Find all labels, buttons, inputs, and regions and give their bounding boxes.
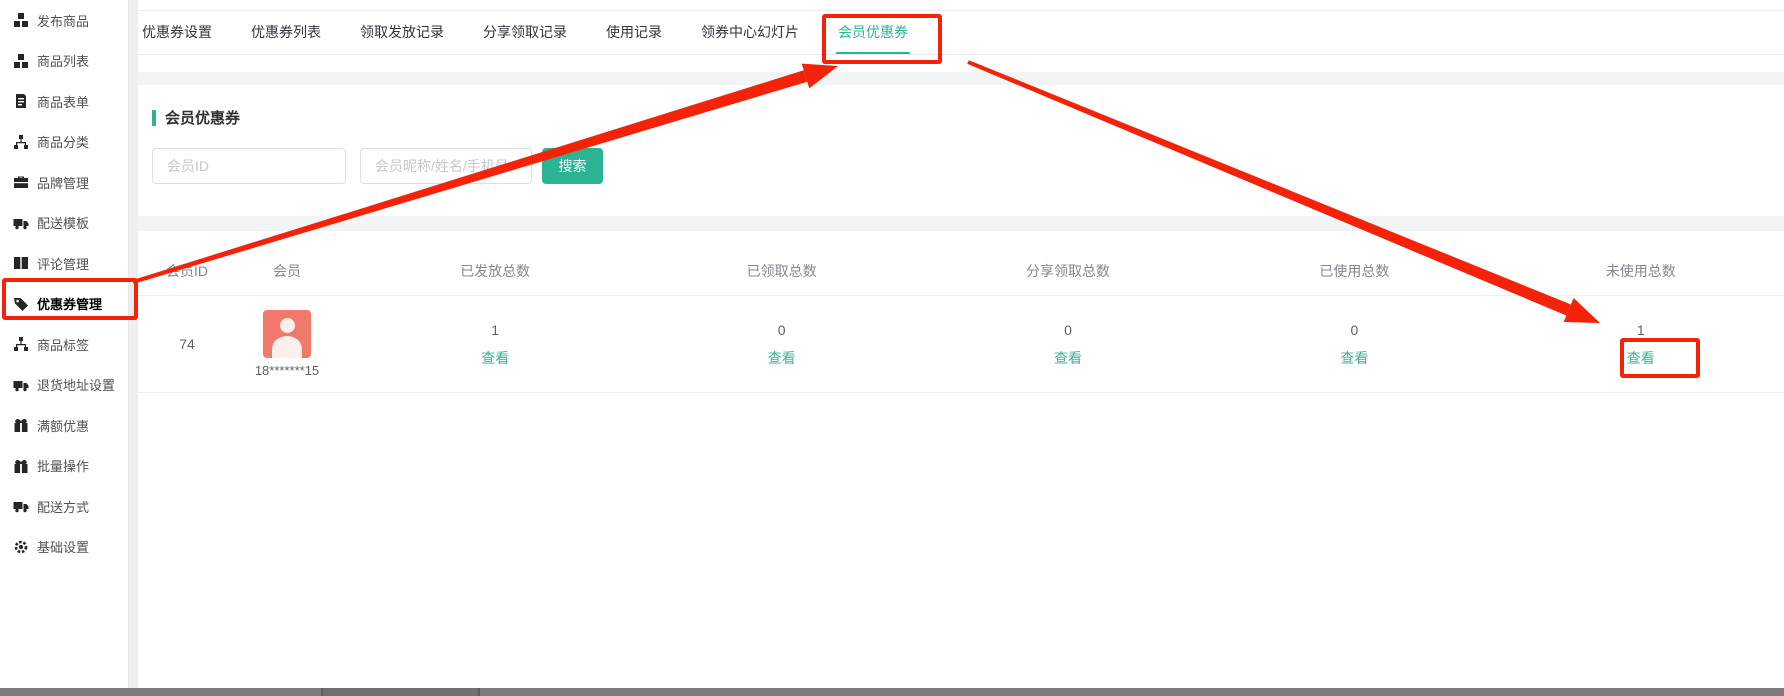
column-header-share-received-total: 分享领取总数 [925, 261, 1211, 295]
received-total-cell: 0 查看 [638, 322, 924, 366]
panel-title: 会员优惠券 [152, 107, 240, 128]
section-gap [138, 72, 1784, 85]
columns-icon [13, 255, 29, 271]
tabbar-divider [138, 54, 1784, 55]
sidebar-item-label: 退货地址设置 [37, 375, 115, 394]
sidebar-item-label: 评论管理 [37, 254, 89, 273]
view-used-link[interactable]: 查看 [1340, 350, 1368, 366]
sidebar-gap [129, 0, 138, 688]
sidebar-item-product-list[interactable]: 商品列表 [0, 41, 128, 82]
sidebar-item-product-tags[interactable]: 商品标签 [0, 324, 128, 365]
sidebar-item-label: 配送方式 [37, 497, 89, 516]
sidebar-item-coupon-management[interactable]: 优惠券管理 [0, 284, 128, 325]
gift-icon [13, 458, 29, 474]
sidebar-item-product-category[interactable]: 商品分类 [0, 122, 128, 163]
cubes-icon [13, 12, 29, 28]
sidebar-item-batch-operations[interactable]: 批量操作 [0, 446, 128, 487]
sidebar-item-product-form[interactable]: 商品表单 [0, 81, 128, 122]
title-accent-bar [152, 110, 156, 126]
column-header-issued-total: 已发放总数 [352, 261, 638, 295]
unused-total-cell: 1 查看 [1498, 322, 1784, 366]
search-button[interactable]: 搜索 [542, 148, 603, 184]
sidebar-item-return-address-settings[interactable]: 退货地址设置 [0, 365, 128, 406]
sidebar-item-comment-management[interactable]: 评论管理 [0, 243, 128, 284]
main-content: 优惠券设置 优惠券列表 领取发放记录 分享领取记录 使用记录 领券中心幻灯片 会… [138, 0, 1784, 696]
sidebar-item-label: 优惠券管理 [37, 294, 102, 313]
sidebar-item-shipping-template[interactable]: 配送模板 [0, 203, 128, 244]
member-cell: 18*******15 [222, 310, 352, 378]
sidebar-item-label: 发布商品 [37, 11, 89, 30]
tab-coupon-settings[interactable]: 优惠券设置 [142, 10, 212, 54]
tab-coupon-center-slides[interactable]: 领券中心幻灯片 [701, 10, 799, 54]
coupon-tabs: 优惠券设置 优惠券列表 领取发放记录 分享领取记录 使用记录 领券中心幻灯片 会… [138, 10, 1784, 54]
tab-member-coupons[interactable]: 会员优惠券 [838, 10, 908, 54]
tags-icon [13, 296, 29, 312]
sidebar-item-label: 商品表单 [37, 92, 89, 111]
tab-coupon-list[interactable]: 优惠券列表 [251, 10, 321, 54]
share-received-total-cell: 0 查看 [925, 322, 1211, 366]
tab-usage-records[interactable]: 使用记录 [606, 10, 662, 54]
sidebar-item-label: 商品分类 [37, 132, 89, 151]
avatar [263, 310, 311, 358]
stat-value: 0 [778, 322, 786, 338]
sitemap-icon [13, 134, 29, 150]
tab-share-receive-records[interactable]: 分享领取记录 [483, 10, 567, 54]
sidebar-item-shipping-method[interactable]: 配送方式 [0, 486, 128, 527]
member-id-input[interactable] [152, 148, 346, 184]
member-phone: 18*******15 [255, 363, 319, 378]
sidebar: 发布商品 商品列表 商品表单 商品分类 品牌管理 配送模板 评论管理 优惠券管理… [0, 0, 129, 688]
member-coupon-table: 会员ID 会员 已发放总数 已领取总数 分享领取总数 已使用总数 未使用总数 7… [138, 231, 1784, 393]
used-total-cell: 0 查看 [1211, 322, 1497, 366]
scrollbar-divider [321, 688, 323, 696]
column-header-received-total: 已领取总数 [638, 261, 924, 295]
sidebar-item-publish-product[interactable]: 发布商品 [0, 0, 128, 41]
truck-icon [13, 498, 29, 514]
bottom-scrollbar[interactable] [0, 688, 1784, 696]
sidebar-item-label: 满额优惠 [37, 416, 89, 435]
tab-receive-issue-records[interactable]: 领取发放记录 [360, 10, 444, 54]
column-header-unused-total: 未使用总数 [1498, 261, 1784, 295]
sidebar-item-brand-management[interactable]: 品牌管理 [0, 162, 128, 203]
scrollbar-divider [478, 688, 480, 696]
section-gap [138, 216, 1784, 231]
sidebar-item-label: 品牌管理 [37, 173, 89, 192]
issued-total-cell: 1 查看 [352, 322, 638, 366]
sitemap-icon [13, 336, 29, 352]
gear-icon [13, 539, 29, 555]
sidebar-item-label: 基础设置 [37, 537, 89, 556]
stat-value: 1 [1637, 322, 1645, 338]
sidebar-item-label: 配送模板 [37, 213, 89, 232]
document-icon [13, 93, 29, 109]
sidebar-item-label: 商品标签 [37, 335, 89, 354]
member-id-cell: 74 [152, 336, 222, 352]
stat-value: 1 [491, 322, 499, 338]
column-header-used-total: 已使用总数 [1211, 261, 1497, 295]
view-received-link[interactable]: 查看 [768, 350, 796, 366]
gift-icon [13, 417, 29, 433]
briefcase-icon [13, 174, 29, 190]
stat-value: 0 [1350, 322, 1358, 338]
scrollbar-segment [322, 688, 479, 696]
sidebar-item-label: 商品列表 [37, 51, 89, 70]
view-unused-link[interactable]: 查看 [1627, 350, 1655, 366]
column-header-member-id: 会员ID [152, 261, 222, 295]
sidebar-item-label: 批量操作 [37, 456, 89, 475]
view-share-received-link[interactable]: 查看 [1054, 350, 1082, 366]
truck-icon [13, 215, 29, 231]
sidebar-item-basic-settings[interactable]: 基础设置 [0, 527, 128, 568]
view-issued-link[interactable]: 查看 [481, 350, 509, 366]
sidebar-item-full-discount[interactable]: 满额优惠 [0, 405, 128, 446]
table-header-row: 会员ID 会员 已发放总数 已领取总数 分享领取总数 已使用总数 未使用总数 [138, 231, 1784, 296]
member-name-input[interactable] [360, 148, 532, 184]
column-header-member: 会员 [222, 261, 352, 295]
table-row: 74 18*******15 1 查看 0 查看 0 查看 0 查看 [138, 296, 1784, 393]
page-title: 会员优惠券 [165, 107, 240, 128]
truck-icon [13, 377, 29, 393]
stat-value: 0 [1064, 322, 1072, 338]
cubes-icon [13, 53, 29, 69]
